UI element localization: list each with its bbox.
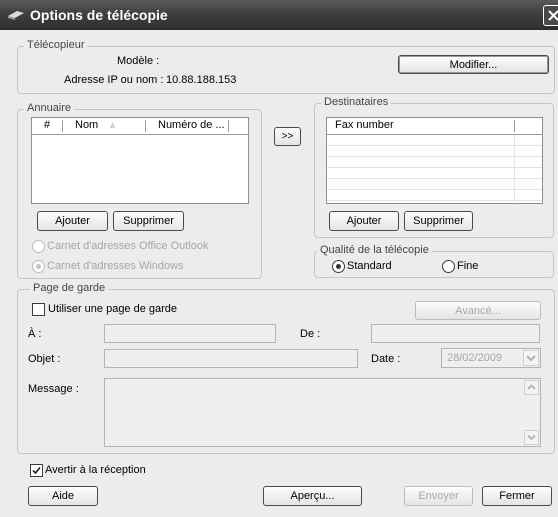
message-scrollbar[interactable] bbox=[524, 380, 539, 445]
to-label: À : bbox=[28, 328, 42, 340]
quality-standard-radio[interactable] bbox=[332, 260, 345, 273]
use-cover-page-checkbox[interactable] bbox=[32, 303, 45, 316]
from-field[interactable] bbox=[371, 324, 540, 343]
ip-value: 10.88.188.153 bbox=[166, 74, 237, 86]
sort-ascending-icon: ⩓ bbox=[110, 120, 116, 130]
send-button[interactable]: Envoyer bbox=[404, 486, 473, 506]
subject-label: Objet : bbox=[28, 353, 61, 365]
scroll-down-button[interactable] bbox=[524, 430, 539, 445]
advanced-button[interactable]: Avancé... bbox=[415, 301, 541, 320]
use-cover-page-label: Utiliser une page de garde bbox=[48, 303, 178, 315]
close-dialog-button[interactable]: Fermer bbox=[482, 486, 552, 506]
column-fax-number[interactable]: Fax number bbox=[335, 118, 394, 134]
address-book-add-button[interactable]: Ajouter bbox=[37, 211, 108, 231]
address-book-delete-button[interactable]: Supprimer bbox=[113, 211, 184, 231]
modify-button[interactable]: Modifier... bbox=[398, 55, 549, 74]
scroll-up-button[interactable] bbox=[524, 380, 539, 395]
windows-book-label: Carnet d'adresses Windows bbox=[47, 260, 184, 272]
quality-fine-label: Fine bbox=[457, 260, 479, 272]
date-picker[interactable]: 28/02/2009 bbox=[441, 348, 541, 368]
message-label: Message : bbox=[28, 383, 79, 395]
chevron-up-icon bbox=[527, 384, 536, 390]
column-fax-number[interactable]: Numéro de ... bbox=[158, 118, 225, 134]
recipients-list[interactable]: Fax number bbox=[326, 117, 543, 204]
quality-standard-label: Standard bbox=[347, 260, 392, 272]
add-to-recipients-button[interactable]: >> bbox=[274, 127, 301, 146]
outlook-book-label: Carnet d'adresses Office Outlook bbox=[47, 240, 209, 252]
help-button[interactable]: Aide bbox=[28, 486, 98, 506]
date-value: 28/02/2009 bbox=[447, 352, 503, 364]
chevron-down-icon bbox=[527, 434, 536, 441]
column-number[interactable]: # bbox=[44, 118, 50, 134]
date-label: Date : bbox=[371, 353, 401, 365]
outlook-book-radio[interactable] bbox=[32, 240, 45, 253]
fax-device-legend: Télécopieur bbox=[24, 39, 88, 51]
close-button[interactable] bbox=[543, 5, 558, 26]
chevron-down-icon bbox=[526, 355, 536, 362]
quality-fine-radio[interactable] bbox=[442, 260, 455, 273]
recipients-legend: Destinataires bbox=[321, 96, 392, 108]
recipients-header: Fax number bbox=[327, 118, 542, 135]
recipients-add-button[interactable]: Ajouter bbox=[329, 211, 399, 231]
notify-on-receipt-label: Avertir à la réception bbox=[45, 464, 146, 476]
windows-book-radio[interactable] bbox=[32, 260, 45, 273]
address-book-list[interactable]: # Nom ⩓ Numéro de ... bbox=[31, 117, 249, 204]
notify-on-receipt-checkbox[interactable] bbox=[30, 464, 43, 477]
model-label: Modèle : bbox=[117, 55, 160, 67]
subject-field[interactable] bbox=[104, 349, 358, 368]
ip-label: Adresse IP ou nom : bbox=[64, 74, 164, 86]
address-book-header: # Nom ⩓ Numéro de ... bbox=[32, 118, 248, 135]
fax-quality-legend: Qualité de la télécopie bbox=[317, 244, 432, 256]
preview-button[interactable]: Aperçu... bbox=[263, 486, 362, 506]
close-icon bbox=[548, 10, 558, 21]
fax-icon bbox=[8, 11, 24, 20]
to-field[interactable] bbox=[104, 324, 276, 343]
date-dropdown-button[interactable] bbox=[523, 350, 539, 366]
column-name[interactable]: Nom bbox=[75, 118, 98, 134]
checkmark-icon bbox=[32, 466, 41, 475]
fax-options-dialog: Options de télécopie Télécopieur Modèle … bbox=[0, 0, 558, 517]
window-title: Options de télécopie bbox=[30, 7, 168, 23]
from-label: De : bbox=[300, 328, 321, 340]
title-bar[interactable]: Options de télécopie bbox=[0, 0, 558, 30]
cover-page-legend: Page de garde bbox=[30, 282, 109, 294]
recipients-delete-button[interactable]: Supprimer bbox=[404, 211, 473, 231]
address-book-legend: Annuaire bbox=[24, 102, 75, 114]
message-field[interactable] bbox=[104, 378, 541, 447]
recipients-grid bbox=[327, 135, 542, 203]
